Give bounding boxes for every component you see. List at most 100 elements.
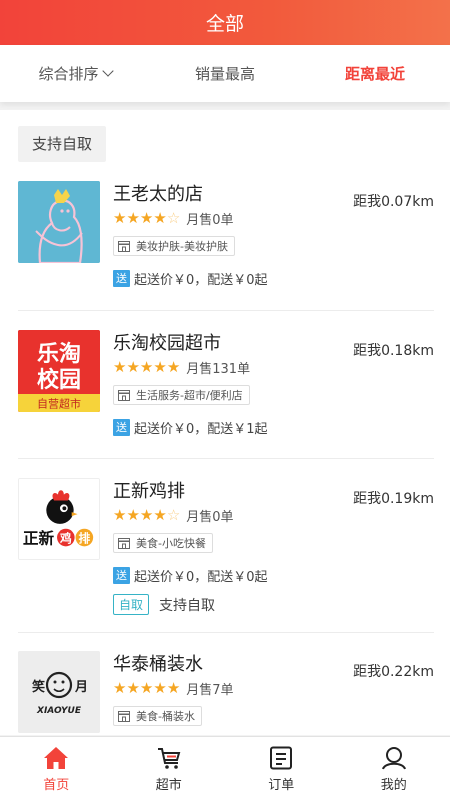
store-rating: ★ ★ ★ ★ ★ 月售7单 bbox=[113, 679, 234, 699]
star-icon: ★ bbox=[126, 506, 140, 524]
store-rating: ★ ★ ★ ★ ☆ 月售0单 bbox=[113, 506, 234, 526]
delivery-info: 送 起送价￥0，配送￥1起 bbox=[113, 418, 268, 437]
chevron-down-icon bbox=[101, 65, 114, 77]
store-name: 正新鸡排 bbox=[113, 481, 185, 502]
shop-icon bbox=[118, 710, 130, 722]
pickup-label: 支持自取 bbox=[159, 597, 216, 614]
page-title: 全部 bbox=[205, 13, 244, 35]
star-icon: ★ bbox=[126, 209, 140, 227]
home-icon bbox=[44, 747, 69, 769]
category-label: 生活服务-超市/便利店 bbox=[136, 389, 243, 402]
star-icon: ★ bbox=[113, 679, 127, 697]
store-list: 支持自取 王老太的店 距我0.07km ★ ★ ★ ★ ☆ 月售0单 美妆护肤-美妆护肤… bbox=[0, 110, 450, 735]
star-empty-icon: ☆ bbox=[166, 209, 181, 227]
star-icon: ★ bbox=[139, 679, 154, 697]
delivery-info: 送 起送价￥0，配送￥0起 bbox=[113, 566, 268, 585]
store-distance: 距我0.19km bbox=[353, 491, 434, 507]
star-icon: ★ bbox=[113, 506, 127, 524]
tab-label: 首页 bbox=[43, 778, 70, 793]
store-sales: 月售0单 bbox=[186, 510, 234, 525]
store-sales: 月售7单 bbox=[186, 683, 234, 698]
store-logo: 乐淘 校园 自营超市 bbox=[18, 330, 100, 412]
delivery-text: 起送价￥0，配送￥1起 bbox=[134, 422, 268, 437]
store-distance: 距我0.18km bbox=[353, 343, 434, 359]
order-icon bbox=[270, 746, 293, 770]
shop-icon bbox=[118, 240, 130, 252]
star-icon: ★ bbox=[113, 358, 127, 376]
header-bar: 全部 bbox=[0, 0, 450, 45]
star-icon: ★ bbox=[139, 358, 154, 376]
logo-text: 自营超市 bbox=[37, 397, 81, 411]
tab-supermarket[interactable]: 超市 bbox=[113, 737, 226, 800]
logo-text: 正新 bbox=[23, 528, 55, 547]
star-icon: ★ bbox=[153, 209, 167, 227]
category-badge: 美食-小吃快餐 bbox=[113, 533, 213, 553]
cart-icon bbox=[157, 748, 181, 769]
user-icon bbox=[381, 747, 406, 770]
delivery-text: 起送价￥0，配送￥0起 bbox=[134, 273, 268, 288]
category-badge: 美妆护肤-美妆护肤 bbox=[113, 236, 235, 256]
store-name: 华泰桶装水 bbox=[113, 654, 203, 675]
star-icon: ★ bbox=[166, 679, 181, 697]
star-icon: ★ bbox=[166, 358, 181, 376]
star-icon: ★ bbox=[139, 209, 154, 227]
sort-tab-label: 距离最近 bbox=[344, 65, 405, 83]
category-label: 美食-小吃快餐 bbox=[136, 537, 206, 550]
tab-label: 我的 bbox=[380, 778, 407, 793]
logo-text: XIAOYUE bbox=[36, 706, 82, 716]
tab-label: 超市 bbox=[155, 778, 182, 793]
sort-tab-sales[interactable]: 销量最高 bbox=[150, 63, 300, 84]
woman-illustration-icon bbox=[18, 181, 100, 263]
delivery-info: 送 起送价￥0，配送￥0起 bbox=[113, 269, 268, 288]
sort-tab-label: 综合排序 bbox=[38, 65, 99, 83]
star-icon: ★ bbox=[153, 679, 167, 697]
category-badge: 美食-桶装水 bbox=[113, 706, 202, 726]
bottom-tab-bar: 首页 超市 订单 我的 bbox=[0, 736, 450, 800]
sort-tab-distance[interactable]: 距离最近 bbox=[300, 63, 450, 84]
delivery-text: 起送价￥0，配送￥0起 bbox=[134, 570, 268, 585]
store-sales: 月售131单 bbox=[186, 362, 251, 377]
tab-orders[interactable]: 订单 bbox=[225, 737, 338, 800]
logo-text: 月 bbox=[74, 680, 88, 695]
delivery-tag: 送 bbox=[113, 419, 130, 436]
category-label: 美妆护肤-美妆护肤 bbox=[136, 240, 228, 253]
store-logo: 正新 鸡 排 bbox=[18, 478, 100, 560]
star-icon: ★ bbox=[153, 358, 167, 376]
logo-text: 排 bbox=[79, 531, 91, 545]
logo-text: 校园 bbox=[37, 367, 81, 393]
store-name: 乐淘校园超市 bbox=[113, 333, 221, 354]
divider bbox=[18, 632, 434, 633]
store-rating: ★ ★ ★ ★ ★ 月售131单 bbox=[113, 358, 251, 378]
shop-icon bbox=[118, 389, 130, 401]
sort-tab-label: 销量最高 bbox=[194, 65, 255, 83]
category-label: 美食-桶装水 bbox=[136, 710, 195, 723]
store-name: 王老太的店 bbox=[113, 184, 203, 205]
pickup-info: 自取 支持自取 bbox=[113, 594, 215, 615]
sort-tab-comprehensive[interactable]: 综合排序 bbox=[0, 63, 150, 84]
logo-text: 笑 bbox=[32, 679, 45, 695]
tab-home[interactable]: 首页 bbox=[0, 737, 113, 800]
store-distance: 距我0.07km bbox=[353, 194, 434, 210]
divider bbox=[18, 310, 434, 311]
delivery-tag: 送 bbox=[113, 567, 130, 584]
divider bbox=[18, 458, 434, 459]
sort-bar: 综合排序 销量最高 距离最近 bbox=[0, 45, 450, 102]
store-logo: 笑 月 XIAOYUE bbox=[18, 651, 100, 733]
logo-text: 鸡 bbox=[59, 531, 72, 545]
logo-text: 乐淘 bbox=[37, 341, 81, 367]
filter-chip-self-pickup[interactable]: 支持自取 bbox=[18, 126, 107, 162]
store-sales: 月售0单 bbox=[186, 213, 234, 228]
star-icon: ★ bbox=[139, 506, 154, 524]
delivery-tag: 送 bbox=[113, 270, 130, 287]
tab-label: 订单 bbox=[268, 778, 295, 793]
store-distance: 距我0.22km bbox=[353, 664, 434, 680]
tab-profile[interactable]: 我的 bbox=[338, 737, 450, 800]
store-rating: ★ ★ ★ ★ ☆ 月售0单 bbox=[113, 209, 234, 229]
category-badge: 生活服务-超市/便利店 bbox=[113, 385, 250, 405]
shop-icon bbox=[118, 537, 130, 549]
star-icon: ★ bbox=[113, 209, 127, 227]
store-logo bbox=[18, 181, 100, 263]
star-empty-icon: ☆ bbox=[166, 506, 181, 524]
pickup-tag: 自取 bbox=[113, 594, 150, 615]
star-icon: ★ bbox=[153, 506, 167, 524]
